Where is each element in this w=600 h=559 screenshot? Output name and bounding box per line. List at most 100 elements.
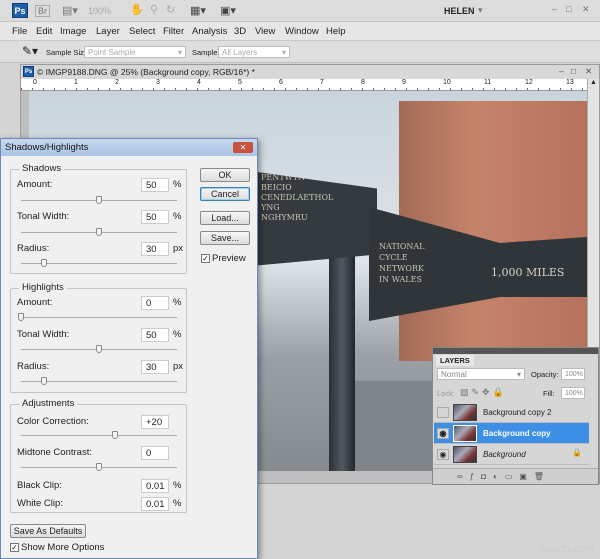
show-more-options-checkbox[interactable]: ✓ (10, 543, 19, 552)
white-clip-input[interactable]: 0.01 (141, 497, 169, 511)
bridge-button[interactable]: Br (35, 5, 50, 17)
slider-thumb[interactable] (96, 345, 102, 353)
menu-window[interactable]: Window (285, 26, 319, 37)
highlights-amount-input[interactable]: 0 (141, 296, 169, 310)
opacity-input[interactable]: 100% (561, 368, 585, 380)
midtone-contrast-slider[interactable] (21, 463, 177, 471)
color-correction-input[interactable]: +20 (141, 415, 169, 429)
close-icon[interactable]: ✕ (582, 4, 590, 15)
menu-edit[interactable]: Edit (36, 26, 52, 37)
ruler-tick: 0 (33, 79, 37, 86)
highlights-amount-slider[interactable] (18, 313, 177, 321)
ruler-tick: 13 (566, 79, 574, 86)
ok-button[interactable]: OK (200, 168, 250, 182)
document-title: © IMGP9188.DNG @ 25% (Background copy, R… (37, 67, 255, 77)
zoom-tool-icon[interactable]: ⚲ (150, 3, 158, 16)
zoom-level-dropdown[interactable]: 100% (88, 6, 111, 16)
minimize-icon[interactable]: – (552, 4, 557, 14)
doc-close-icon[interactable]: ✕ (585, 66, 592, 77)
sign-left-arm: PENTWYN BEICIO CENEDLAETHOL YNG NGHYMRU (257, 172, 377, 266)
shadows-radius-slider[interactable] (21, 259, 177, 267)
workspace-user[interactable]: HELEN (444, 6, 475, 16)
eye-icon[interactable]: ◉ (437, 449, 449, 460)
maximize-icon[interactable]: □ (566, 4, 571, 14)
highlights-tonal-input[interactable]: 50 (141, 328, 169, 342)
slider-thumb[interactable] (96, 228, 102, 236)
color-correction-slider[interactable] (21, 431, 177, 439)
menu-analysis[interactable]: Analysis (192, 26, 227, 37)
slider-thumb[interactable] (96, 463, 102, 471)
workspace-dropdown-icon[interactable]: ▾ (478, 5, 483, 16)
ruler-tick: 5 (238, 79, 242, 86)
cancel-button[interactable]: Cancel (200, 187, 250, 201)
layer-name: Background (483, 450, 526, 459)
view-extras-button[interactable]: ▤▾ (62, 4, 78, 17)
ruler-tick: 1 (74, 79, 78, 86)
menu-file[interactable]: File (12, 26, 27, 37)
highlights-radius-slider[interactable] (21, 377, 177, 385)
panel-header-bar[interactable] (433, 348, 598, 354)
black-clip-input[interactable]: 0.01 (141, 479, 169, 493)
layer-row-selected[interactable]: ◉ Background copy (434, 423, 589, 444)
lock-icons[interactable]: ▨✎✥🔒 (460, 387, 507, 398)
blend-mode-select[interactable]: Normal ▾ (437, 368, 525, 380)
arrange-documents-button[interactable]: ▦▾ (190, 4, 206, 17)
doc-minimize-icon[interactable]: – (559, 66, 564, 76)
menu-filter[interactable]: Filter (163, 26, 184, 37)
dialog-title-bar[interactable]: Shadows/Highlights (1, 139, 257, 156)
doc-maximize-icon[interactable]: □ (571, 66, 576, 76)
shadows-tonal-slider[interactable] (21, 228, 177, 236)
tab-layers[interactable]: LAYERS (436, 355, 474, 366)
slider-thumb[interactable] (18, 313, 24, 321)
blend-mode-value: Normal (441, 370, 467, 379)
preview-checkbox[interactable]: ✓ (201, 254, 210, 263)
menu-help[interactable]: Help (326, 26, 346, 37)
ruler-tick: 9 (402, 79, 406, 86)
document-ps-icon: Ps (23, 66, 34, 77)
ruler-tick: 7 (320, 79, 324, 86)
load-button[interactable]: Load... (200, 211, 250, 225)
save-button[interactable]: Save... (200, 231, 250, 245)
menu-view[interactable]: View (255, 26, 275, 37)
ruler-tick: 8 (361, 79, 365, 86)
sample-size-select[interactable]: Point Sample ▾ (84, 46, 186, 58)
menu-layer[interactable]: Layer (96, 26, 120, 37)
sample-select[interactable]: All Layers ▾ (218, 46, 290, 58)
slider-thumb[interactable] (96, 196, 102, 204)
visibility-toggle[interactable] (437, 407, 449, 418)
layer-thumbnail (453, 446, 477, 463)
dialog-close-button[interactable]: ✕ (233, 142, 253, 153)
layer-row[interactable]: Background copy 2 (434, 402, 589, 423)
application-bar: Ps Br ▤▾ 100% ✋ ⚲ ↻ ▦▾ ▣▾ HELEN ▾ – □ ✕ (0, 0, 600, 22)
slider-thumb[interactable] (111, 431, 118, 439)
lock-label: Lock: (437, 389, 455, 398)
unit-label: % (173, 179, 182, 190)
hand-tool-icon[interactable]: ✋ (130, 3, 144, 16)
eyedropper-tool-icon[interactable]: ✎▾ (22, 44, 38, 58)
layers-footer-icons[interactable]: ∞ƒ◘◐▭▣🗑 (433, 468, 598, 484)
shadows-radius-input[interactable]: 30 (141, 242, 169, 256)
highlights-tonal-slider[interactable] (21, 345, 177, 353)
highlights-tonal-label: Tonal Width: (17, 329, 70, 340)
shadows-amount-input[interactable]: 50 (141, 178, 169, 192)
highlights-radius-label: Radius: (17, 361, 50, 372)
midtone-contrast-input[interactable]: 0 (141, 446, 169, 460)
menu-3d[interactable]: 3D (234, 26, 246, 37)
shadows-tonal-input[interactable]: 50 (141, 210, 169, 224)
menu-select[interactable]: Select (129, 26, 155, 37)
screen-mode-button[interactable]: ▣▾ (220, 4, 236, 17)
dialog-title: Shadows/Highlights (5, 142, 89, 153)
eye-icon[interactable]: ◉ (437, 428, 449, 439)
save-as-defaults-button[interactable]: Save As Defaults (10, 524, 86, 538)
shadows-amount-slider[interactable] (21, 196, 177, 204)
signpost-pole (329, 241, 355, 471)
fill-input[interactable]: 100% (561, 387, 585, 399)
document-title-bar[interactable]: Ps © IMGP9188.DNG @ 25% (Background copy… (21, 65, 599, 79)
layer-row[interactable]: ◉ Background 🔒 (434, 444, 589, 465)
menu-image[interactable]: Image (60, 26, 86, 37)
ruler-tick: 6 (279, 79, 283, 86)
highlights-radius-input[interactable]: 30 (141, 360, 169, 374)
layer-thumbnail (453, 404, 477, 421)
rotate-view-icon[interactable]: ↻ (166, 3, 175, 16)
watermark: wsxdn.com (538, 543, 594, 555)
